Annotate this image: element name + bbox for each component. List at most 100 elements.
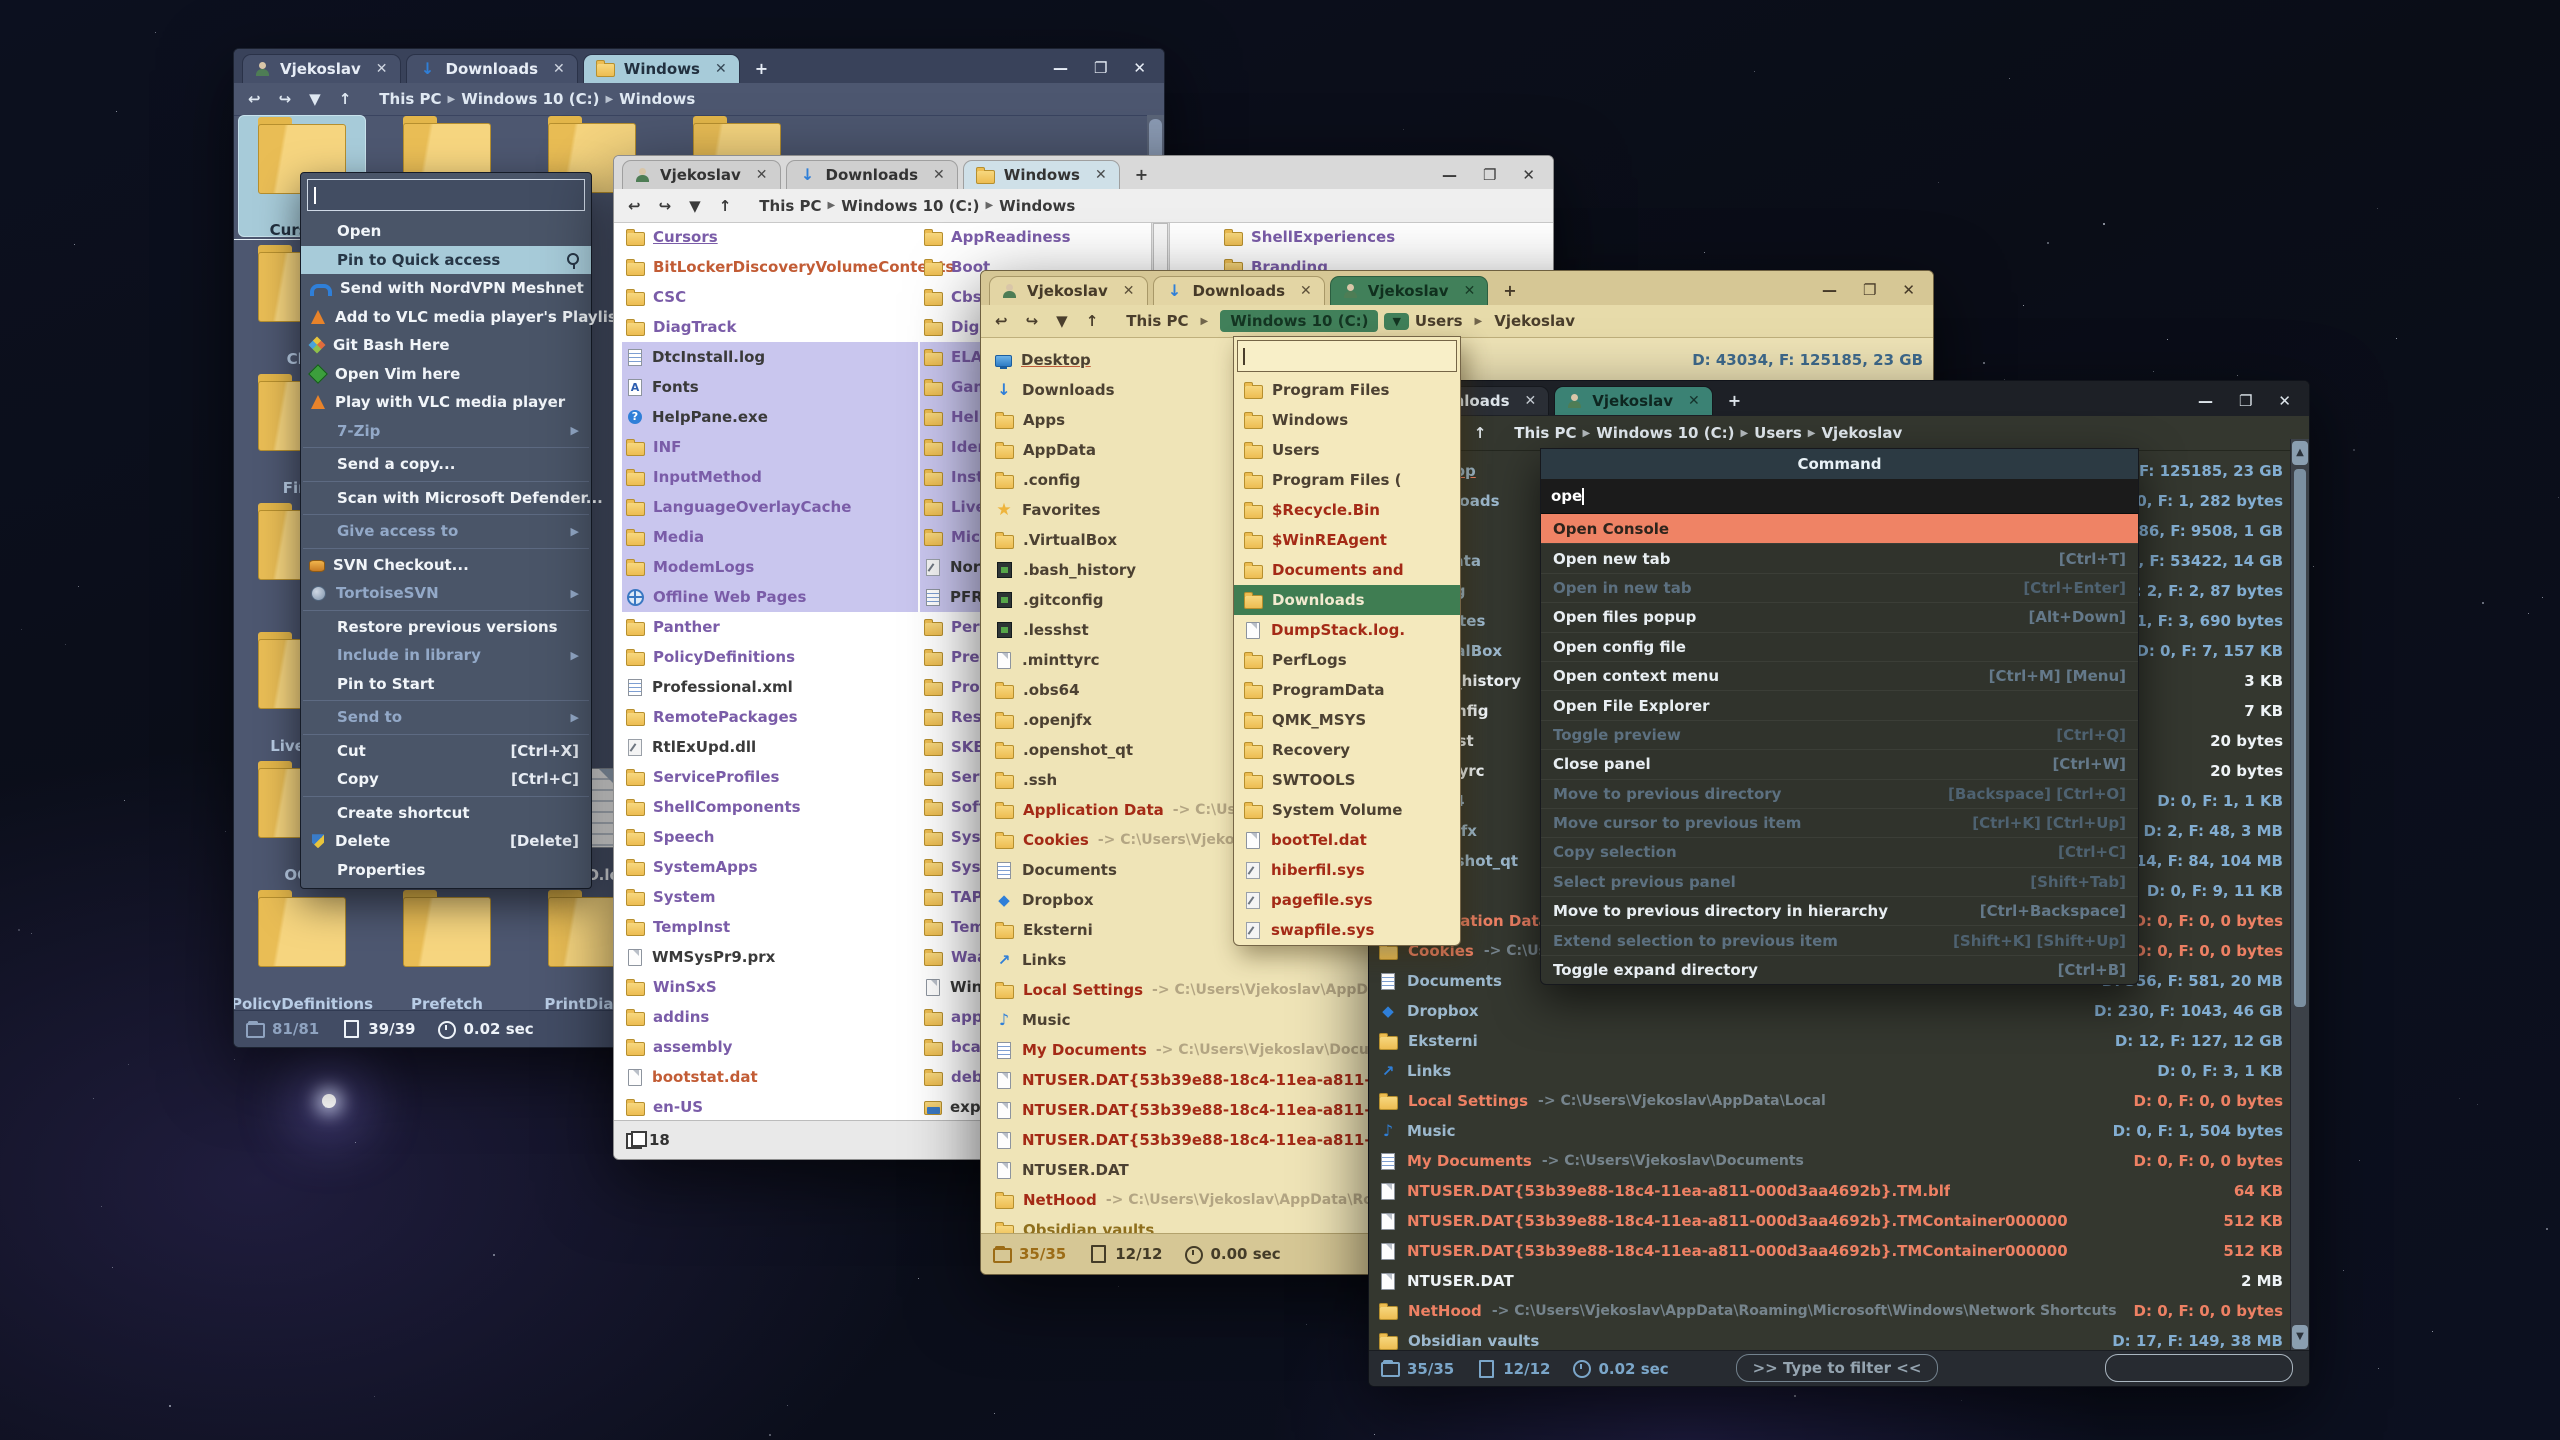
file-row[interactable]: Offline Web Pages (622, 582, 918, 612)
menu-item-pin-to-start[interactable]: Pin to Start (301, 670, 591, 699)
palette-item-extend-selection-to-previous-item[interactable]: Extend selection to previous item[Shift+… (1541, 925, 2138, 954)
palette-item-open-console[interactable]: Open Console (1541, 514, 2138, 543)
tab-close-icon[interactable]: ✕ (1525, 393, 1537, 409)
dropdown-item-recovery[interactable]: Recovery (1234, 735, 1460, 765)
tab-close-icon[interactable]: ✕ (1464, 283, 1476, 299)
dropdown-item-dumpstack-log-[interactable]: DumpStack.log. (1234, 615, 1460, 645)
tab-close-icon[interactable]: ✕ (1300, 283, 1312, 299)
scrollbar[interactable]: ▲ ▼ (2290, 439, 2309, 1351)
dropdown-item-windows[interactable]: Windows (1234, 405, 1460, 435)
file-row[interactable]: WinSxS (622, 972, 918, 1002)
breadcrumb-item[interactable]: Windows (999, 197, 1075, 215)
scroll-down-button[interactable]: ▼ (2292, 1325, 2308, 1349)
new-tab-button[interactable]: + (1503, 281, 1516, 300)
menu-item-open[interactable]: Open (301, 217, 591, 246)
file-row[interactable]: AFonts (622, 372, 918, 402)
up-button[interactable]: ↑ (1474, 424, 1487, 442)
close-button[interactable]: ✕ (1133, 59, 1146, 77)
tab-close-icon[interactable]: ✕ (715, 61, 727, 77)
up-button[interactable]: ↑ (719, 197, 732, 215)
dropdown-item-pagefile-sys[interactable]: pagefile.sys (1234, 885, 1460, 915)
menu-item-open-vim-here[interactable]: Open Vim here (301, 360, 591, 389)
file-row[interactable]: ↗LinksD: 0, F: 3, 1 KB (1369, 1056, 2291, 1086)
file-row[interactable]: AppReadiness (920, 222, 1216, 252)
file-row[interactable]: BitLockerDiscoveryVolumeContents (622, 252, 918, 282)
menu-item-svn-checkout-[interactable]: SVN Checkout... (301, 551, 591, 580)
breadcrumb-item[interactable]: Windows (619, 90, 695, 108)
maximize-button[interactable]: ❐ (1094, 59, 1107, 77)
dropdown-item-swapfile-sys[interactable]: swapfile.sys (1234, 915, 1460, 945)
tab-downloads[interactable]: ↓Downloads✕ (1153, 276, 1325, 305)
menu-item-pin-to-quick-access[interactable]: Pin to Quick access (301, 246, 591, 275)
menu-item-tortoisesvn[interactable]: TortoiseSVN▶ (301, 579, 591, 608)
breadcrumb-item[interactable]: Windows 10 (C:) (841, 197, 979, 215)
dropdown-item-documents-and[interactable]: Documents and (1234, 555, 1460, 585)
grid-item-policydefinitions[interactable] (238, 889, 366, 1011)
menu-item-scan-with-microsoft-defender-[interactable]: Scan with Microsoft Defender... (301, 484, 591, 513)
file-row[interactable]: PolicyDefinitions (622, 642, 918, 672)
dropdown-item--recycle-bin[interactable]: $Recycle.Bin (1234, 495, 1460, 525)
palette-item-open-file-explorer[interactable]: Open File Explorer (1541, 690, 2138, 719)
dropdown-item-program-files-[interactable]: Program Files ( (1234, 465, 1460, 495)
file-row[interactable]: ♪MusicD: 0, F: 1, 504 bytes (1369, 1116, 2291, 1146)
maximize-button[interactable]: ❐ (1863, 281, 1876, 299)
file-row[interactable]: ServiceProfiles (622, 762, 918, 792)
grid-item-prefetch[interactable] (383, 889, 511, 1011)
file-row[interactable]: Media (622, 522, 918, 552)
palette-item-move-cursor-to-previous-item[interactable]: Move cursor to previous item[Ctrl+K] [Ct… (1541, 808, 2138, 837)
tab-vjekoslav[interactable]: Vjekoslav✕ (242, 54, 401, 83)
palette-item-open-context-menu[interactable]: Open context menu[Ctrl+M] [Menu] (1541, 661, 2138, 690)
file-row[interactable]: ShellComponents (622, 792, 918, 822)
file-row[interactable]: RemotePackages (622, 702, 918, 732)
menu-item-include-in-library[interactable]: Include in library▶ (301, 641, 591, 670)
dropdown-item-qmk-msys[interactable]: QMK_MSYS (1234, 705, 1460, 735)
palette-item-open-files-popup[interactable]: Open files popup[Alt+Down] (1541, 602, 2138, 631)
breadcrumb-item[interactable]: This PC (1514, 424, 1576, 442)
menu-item-give-access-to[interactable]: Give access to▶ (301, 517, 591, 546)
back-button[interactable]: ↩ (248, 90, 261, 108)
dropdown-item-system-volume[interactable]: System Volume (1234, 795, 1460, 825)
breadcrumb-item[interactable]: Windows 10 (C:) (1596, 424, 1734, 442)
back-button[interactable]: ↩ (995, 312, 1008, 330)
file-row[interactable]: ?HelpPane.exe (622, 402, 918, 432)
tab-close-icon[interactable]: ✕ (933, 167, 945, 183)
tab-downloads[interactable]: ↓Downloads✕ (786, 160, 958, 189)
file-row[interactable]: WMSysPr9.prx (622, 942, 918, 972)
file-row[interactable]: SystemApps (622, 852, 918, 882)
forward-button[interactable]: ↪ (1026, 312, 1039, 330)
close-button[interactable]: ✕ (1522, 166, 1535, 184)
breadcrumb-item[interactable]: Vjekoslav (1494, 312, 1575, 330)
tab-close-icon[interactable]: ✕ (376, 61, 388, 77)
dropdown-item--winreagent[interactable]: $WinREAgent (1234, 525, 1460, 555)
dropdown-item-perflogs[interactable]: PerfLogs (1234, 645, 1460, 675)
breadcrumb-item[interactable]: This PC (759, 197, 821, 215)
tab-windows[interactable]: Windows✕ (583, 54, 740, 83)
forward-button[interactable]: ↪ (659, 197, 672, 215)
file-row[interactable]: NTUSER.DAT{53b39e88-18c4-11ea-a811-000d3… (1369, 1236, 2291, 1266)
file-row[interactable]: Local Settings-> C:\Users\Vjekoslav\AppD… (1369, 1086, 2291, 1116)
dropdown-filter-input[interactable] (1237, 340, 1457, 372)
tab-close-icon[interactable]: ✕ (1688, 393, 1700, 409)
menu-item-copy[interactable]: Copy[Ctrl+C] (301, 765, 591, 794)
file-row[interactable]: CSC (622, 282, 918, 312)
file-row[interactable]: RtlExUpd.dll (622, 732, 918, 762)
file-row[interactable]: DiagTrack (622, 312, 918, 342)
minimize-button[interactable]: — (1053, 59, 1068, 77)
breadcrumb-item[interactable]: This PC (379, 90, 441, 108)
file-row[interactable]: ShellExperiences (1220, 222, 1516, 252)
history-dropdown-icon[interactable]: ▼ (689, 197, 701, 215)
breadcrumb-item[interactable]: Users (1754, 424, 1802, 442)
maximize-button[interactable]: ❐ (2239, 392, 2252, 410)
file-row[interactable]: en-US (622, 1092, 918, 1122)
file-row[interactable]: My Documents-> C:\Users\Vjekoslav\Docume… (1369, 1146, 2291, 1176)
scrollbar-thumb[interactable] (2294, 469, 2306, 1007)
dropdown-item-boottel-dat[interactable]: bootTel.dat (1234, 825, 1460, 855)
command-palette-input[interactable]: ope (1541, 479, 2138, 514)
menu-item-cut[interactable]: Cut[Ctrl+X] (301, 737, 591, 766)
breadcrumb-item-active[interactable]: Windows 10 (C:) (1220, 310, 1378, 332)
menu-item-send-with-nordvpn-meshnet[interactable]: Send with NordVPN Meshnet (301, 274, 591, 303)
dropdown-item-hiberfil-sys[interactable]: hiberfil.sys (1234, 855, 1460, 885)
file-row[interactable]: NTUSER.DAT2 MB (1369, 1266, 2291, 1296)
dropdown-item-swtools[interactable]: SWTOOLS (1234, 765, 1460, 795)
minimize-button[interactable]: — (2198, 392, 2213, 410)
